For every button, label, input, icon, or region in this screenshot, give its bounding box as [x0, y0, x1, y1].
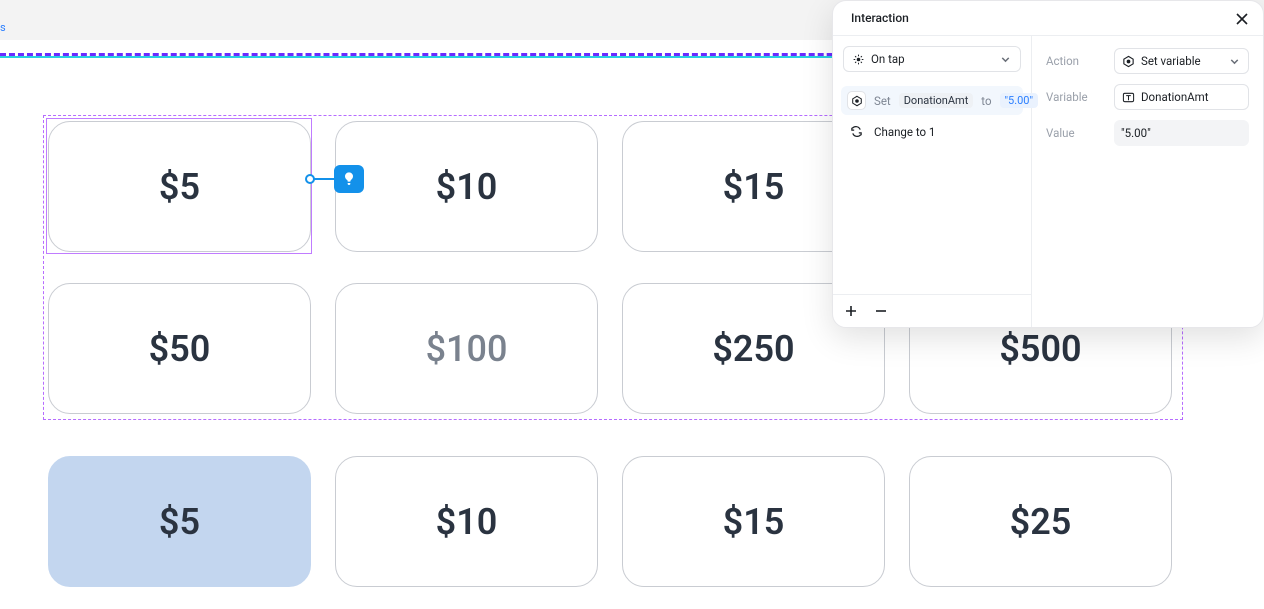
- amount-button-10b[interactable]: $10: [335, 456, 598, 587]
- layer-edge-label: s: [0, 21, 6, 34]
- panel-title: Interaction: [851, 11, 909, 25]
- prop-value-label: Value: [1046, 126, 1104, 140]
- value-text: "5.00": [1121, 126, 1151, 140]
- variable-value: DonationAmt: [1141, 90, 1209, 104]
- trigger-select[interactable]: On tap: [843, 46, 1021, 72]
- panel-properties-column: Action Set variable Variable: [1032, 36, 1263, 327]
- actions-footer: [833, 294, 1031, 327]
- text-variable-icon: [1122, 91, 1135, 104]
- prototype-action-badge[interactable]: [334, 165, 364, 193]
- amount-button-25[interactable]: $25: [909, 456, 1172, 587]
- amount-label: $100: [426, 328, 508, 370]
- variable-select[interactable]: DonationAmt: [1114, 84, 1249, 110]
- action-change-to-row[interactable]: Change to 1: [841, 117, 1023, 146]
- action-change-label: Change to 1: [874, 125, 935, 139]
- amount-label: $5: [159, 501, 200, 543]
- amount-label: $10: [436, 166, 498, 208]
- amount-label: $15: [723, 501, 785, 543]
- prop-variable-label: Variable: [1046, 90, 1104, 104]
- amount-button-50[interactable]: $50: [48, 283, 311, 414]
- chevron-down-icon: [999, 53, 1012, 66]
- amount-button-100[interactable]: $100: [335, 283, 598, 414]
- panel-actions-column: On tap Set DonationAmt to "5.00": [833, 36, 1032, 327]
- interaction-panel: Interaction On tap: [832, 0, 1264, 328]
- chevron-down-icon: [1228, 55, 1241, 68]
- amount-label: $5: [159, 166, 200, 208]
- action-type-select[interactable]: Set variable: [1114, 48, 1249, 74]
- prototype-connector-origin[interactable]: [305, 174, 315, 184]
- amount-button-10[interactable]: $10: [335, 121, 598, 252]
- set-variable-icon: [1122, 55, 1135, 68]
- add-action-icon[interactable]: [843, 303, 859, 319]
- amount-label: $25: [1010, 501, 1072, 543]
- action-to-word: to: [981, 94, 991, 108]
- amount-label: $10: [436, 501, 498, 543]
- remove-action-icon[interactable]: [873, 303, 889, 319]
- amount-label: $15: [723, 166, 785, 208]
- amount-button-5-active[interactable]: $5: [48, 456, 311, 587]
- amount-label: $500: [999, 328, 1081, 370]
- action-type-value: Set variable: [1141, 54, 1201, 68]
- action-set-variable-row[interactable]: Set DonationAmt to "5.00": [841, 86, 1023, 115]
- set-variable-icon: [847, 91, 866, 110]
- amount-label: $250: [712, 328, 794, 370]
- action-verb: Set: [874, 94, 891, 108]
- close-icon[interactable]: [1235, 11, 1249, 25]
- value-input[interactable]: "5.00": [1114, 120, 1249, 146]
- tap-icon: [852, 53, 865, 66]
- action-variable-chip: DonationAmt: [899, 93, 974, 108]
- amount-label: $50: [149, 328, 211, 370]
- trigger-label: On tap: [871, 52, 905, 66]
- amount-button-5[interactable]: $5: [48, 121, 311, 252]
- swap-icon: [847, 122, 866, 141]
- amount-grid-bottom: $5 $10 $15 $25: [48, 456, 1172, 587]
- amount-button-15b[interactable]: $15: [622, 456, 885, 587]
- prop-action-label: Action: [1046, 54, 1104, 68]
- panel-header: Interaction: [833, 1, 1263, 36]
